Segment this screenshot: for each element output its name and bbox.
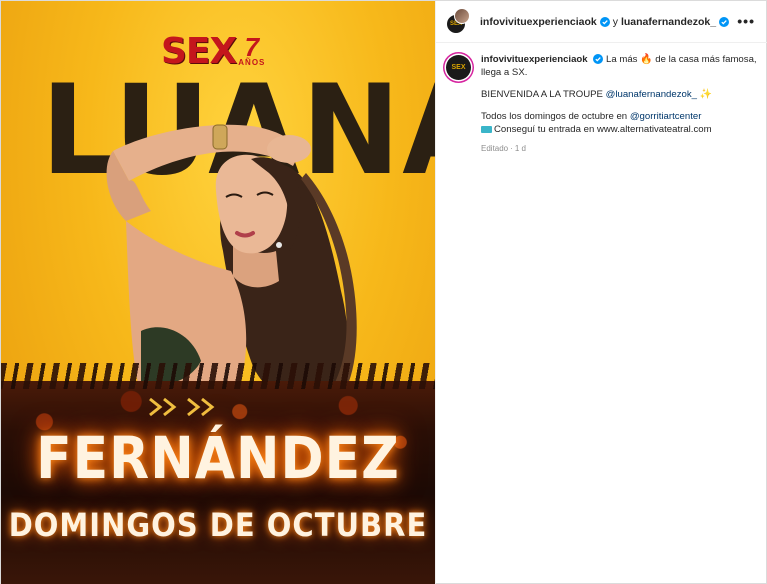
post-header: SEX infovivituexperienciaok y luanaferna… — [436, 1, 767, 43]
edited-label: Editado — [481, 144, 509, 153]
more-options-icon[interactable]: ••• — [737, 13, 755, 29]
caption-line-1: infovivituexperienciaok La más 🔥 de la c… — [481, 53, 761, 79]
caption-username-link[interactable]: infovivituexperienciaok — [481, 54, 588, 65]
post-time[interactable]: 1 d — [515, 144, 526, 153]
fire-emoji-icon: 🔥 — [640, 54, 653, 65]
mention-link-gorriti[interactable]: @gorritiartcenter — [630, 111, 702, 122]
post-caption: SEX infovivituexperienciaok La más 🔥 de … — [446, 53, 761, 155]
post-image[interactable]: SEX 7 AÑOS LUANA — [1, 1, 435, 584]
caption-text: Todos los domingos de octubre en — [481, 111, 628, 122]
mention-link-luana[interactable]: @luanafernandezok_ — [606, 89, 697, 100]
caption-text: BIENVENIDA A LA TROUPE — [481, 89, 603, 100]
poster-subtitle: DOMINGOS DE OCTUBRE — [8, 506, 428, 544]
verified-badge-icon — [593, 54, 604, 65]
chevron-decoration-icon — [149, 397, 215, 417]
verified-badge-icon — [599, 16, 610, 27]
caption-line-3: Todos los domingos de octubre en @gorrit… — [481, 110, 761, 136]
header-user1-link[interactable]: infovivituexperienciaok — [480, 16, 597, 28]
verified-badge-icon — [719, 16, 730, 27]
header-joiner: y — [612, 15, 618, 28]
caption-avatar[interactable]: SEX — [446, 55, 471, 80]
collab-accounts: infovivituexperienciaok y luanafernandez… — [480, 15, 730, 28]
caption-body: infovivituexperienciaok La más 🔥 de la c… — [481, 53, 761, 155]
ticket-emoji-icon — [481, 125, 492, 133]
collab-avatars[interactable]: SEX — [446, 7, 470, 34]
poster-last-name: FERNÁNDEZ — [36, 425, 400, 493]
caption-line-2: BIENVENIDA A LA TROUPE @luanafernandezok… — [481, 88, 761, 101]
sparkles-emoji-icon: ✨ — [699, 89, 713, 100]
post-frame: SEX 7 AÑOS LUANA — [0, 0, 767, 584]
post-side-panel: SEX infovivituexperienciaok y luanaferna… — [435, 1, 767, 584]
caption-text: La más — [605, 54, 638, 65]
avatar-luana[interactable] — [454, 7, 470, 24]
header-user2-link[interactable]: luanafernandezok_ — [621, 16, 716, 28]
caption-meta: Editado · 1 d — [481, 144, 526, 153]
caption-text: Conseguí tu entrada en www.alternativate… — [494, 124, 712, 135]
